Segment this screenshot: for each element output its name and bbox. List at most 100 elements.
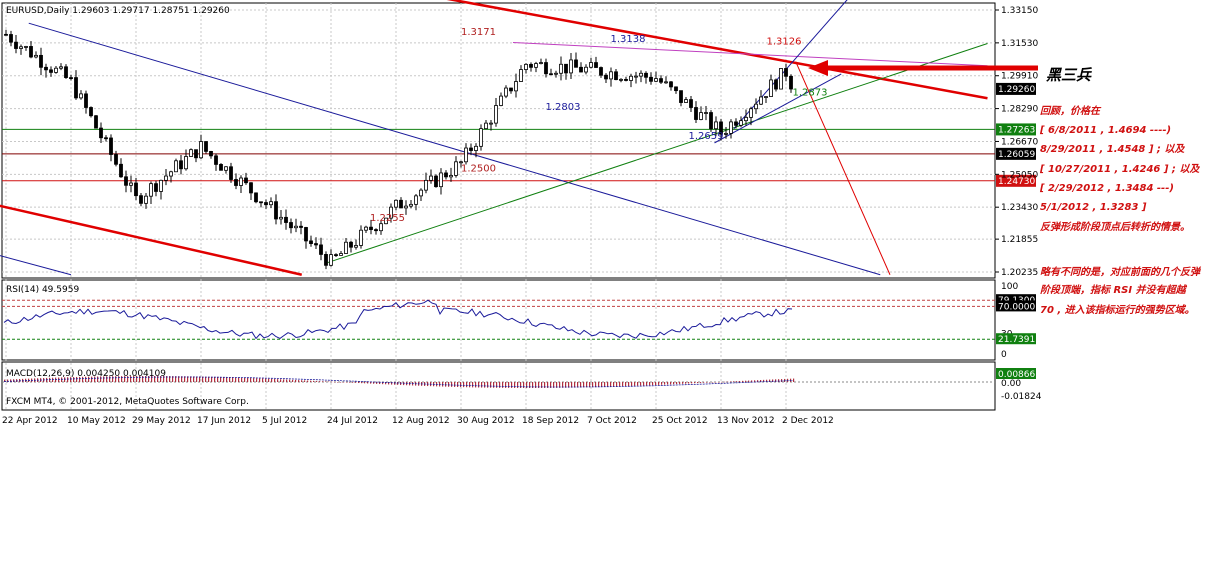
macd-bar	[220, 377, 222, 382]
macd-bar	[280, 379, 282, 382]
candle-body	[624, 78, 628, 81]
candle-body	[739, 120, 743, 126]
level-badge-label: 1.26059	[998, 150, 1035, 160]
macd-bar	[730, 381, 732, 382]
macd-bar	[265, 378, 267, 382]
macd-bar	[487, 382, 489, 388]
candle-body	[454, 161, 458, 176]
candle-body	[374, 229, 378, 232]
candle-body	[359, 229, 363, 246]
watermark: FXCM MT4, © 2001-2012, MetaQuotes Softwa…	[6, 397, 249, 407]
candle-body	[584, 66, 588, 73]
candle-body	[724, 133, 728, 135]
price-tick-label: 1.26670	[1001, 137, 1038, 147]
rsi-level-badge-label: 21.7391	[998, 335, 1035, 345]
price-annotation: 1.2873	[793, 88, 828, 99]
macd-bar	[469, 382, 471, 388]
candle-body	[514, 81, 518, 92]
candle-body	[774, 79, 778, 90]
macd-bar	[748, 380, 750, 382]
candle-body	[474, 145, 478, 151]
candle-body	[244, 177, 248, 184]
date-tick-label: 29 May 2012	[132, 416, 191, 426]
candle-body	[104, 137, 108, 140]
candle-body	[779, 68, 783, 90]
candle-body	[734, 121, 738, 126]
price-tick-label: 1.25050	[1001, 170, 1038, 180]
candle-body	[169, 171, 173, 177]
macd-bar	[337, 381, 339, 383]
macd-bar	[244, 377, 246, 382]
candle-body	[749, 108, 753, 118]
price-annotation: 1.3126	[767, 36, 802, 47]
macd-bar	[313, 380, 315, 382]
macd-bar	[235, 377, 237, 382]
candle-body	[134, 182, 138, 197]
macd-bar	[733, 381, 735, 382]
chart-header: EURUSD,Daily 1.29603 1.29717 1.28751 1.2…	[6, 6, 230, 16]
candle-body	[64, 66, 68, 78]
candle-body	[194, 149, 198, 159]
note-line: 8/29/2011 , 1.4548 ] ; 以及	[1040, 144, 1185, 155]
note-line: 70 , 进入该指标运行的强势区域。	[1040, 305, 1195, 316]
price-annotation: 1.2255	[370, 213, 405, 224]
candle-body	[9, 34, 13, 43]
date-tick-label: 2 Dec 2012	[782, 416, 834, 426]
candle-body	[214, 155, 218, 165]
candle-body	[129, 182, 133, 186]
price-tick-label: 1.28290	[1001, 105, 1038, 115]
candle-body	[444, 172, 448, 178]
note-line: 反弹形成阶段顶点后转折的情景。	[1040, 222, 1190, 233]
rsi-panel	[1, 279, 996, 361]
candle-body	[224, 166, 228, 171]
candle-body	[409, 203, 413, 207]
macd-bar	[718, 382, 720, 383]
candle-body	[544, 62, 548, 75]
magenta-resistance	[512, 41, 988, 67]
date-tick-label: 18 Sep 2012	[522, 416, 579, 426]
macd-bar	[664, 382, 666, 385]
macd-bar	[682, 382, 684, 384]
candle-body	[364, 226, 368, 231]
macd-bar	[13, 379, 15, 382]
candle-body	[89, 107, 93, 117]
candle-body	[489, 122, 493, 125]
candle-body	[4, 33, 8, 36]
candle-body	[679, 90, 683, 103]
horizontal-levels: 1.272631.260591.24730	[2, 123, 1036, 187]
trend-lines	[0, 0, 988, 276]
main-panel	[1, 2, 996, 279]
macd-bar	[622, 382, 624, 387]
macd-bar	[715, 382, 717, 383]
candle-body	[269, 201, 273, 206]
candle-body	[149, 183, 153, 197]
macd-bar	[688, 382, 690, 384]
candle-body	[349, 241, 353, 248]
macd-bar	[226, 377, 228, 382]
candle-body	[254, 192, 258, 203]
candle-body	[694, 107, 698, 120]
macd-bar	[625, 382, 627, 387]
macd-bar	[652, 382, 654, 386]
macd-bar	[214, 376, 216, 382]
macd-bar	[658, 382, 660, 385]
macd-bar	[250, 378, 252, 382]
candle-body	[334, 254, 338, 257]
candle-body	[699, 112, 703, 120]
candle-body	[79, 93, 83, 99]
macd-bar	[478, 382, 480, 388]
macd-bar	[673, 382, 675, 385]
rsi-line: 10030079.130070.000021.7391	[2, 282, 1036, 360]
macd-bar	[742, 380, 744, 382]
macd-bar	[238, 377, 240, 382]
candle-body	[14, 41, 18, 49]
candle-body	[219, 164, 223, 171]
macd-bar	[508, 382, 510, 388]
macd-bar	[610, 382, 612, 387]
candle-body	[744, 116, 748, 122]
macd-bar	[256, 378, 258, 382]
candle-body	[579, 66, 583, 73]
candle-body	[159, 179, 163, 192]
candle-body	[484, 122, 488, 130]
rsi-tick-label: 0	[1001, 350, 1007, 360]
